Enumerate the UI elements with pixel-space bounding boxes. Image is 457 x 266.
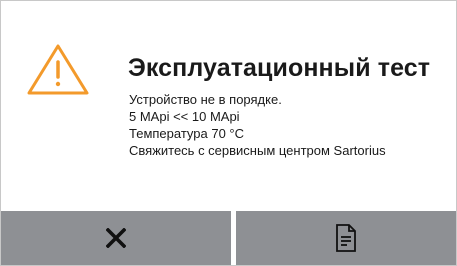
document-icon bbox=[336, 224, 356, 252]
close-icon bbox=[106, 228, 126, 248]
message-line: Свяжитесь с сервисным центром Sartorius bbox=[129, 143, 386, 158]
dialog-title: Эксплуатационный тест bbox=[128, 54, 431, 82]
message-line: 5 MApi << 10 MApi bbox=[129, 109, 240, 124]
cancel-button[interactable] bbox=[1, 211, 231, 265]
document-button[interactable] bbox=[236, 211, 456, 265]
dialog-button-bar bbox=[1, 211, 456, 265]
dialog-message: Устройство не в порядке. 5 MApi << 10 MA… bbox=[129, 91, 386, 159]
warning-triangle-icon bbox=[27, 44, 89, 95]
warning-dialog: Эксплуатационный тест Устройство не в по… bbox=[0, 0, 457, 266]
message-line: Устройство не в порядке. bbox=[129, 92, 282, 107]
message-line: Температура 70 °C bbox=[129, 126, 245, 141]
